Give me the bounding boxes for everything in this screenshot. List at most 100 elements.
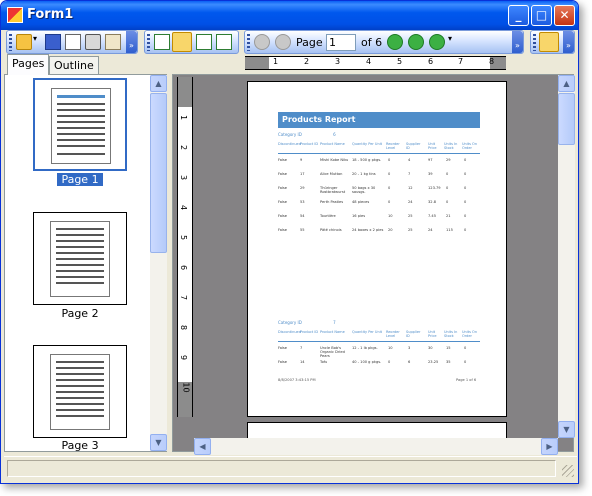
ruler-tick-label: 3: [335, 57, 341, 66]
scroll-up-button[interactable]: ▲: [150, 75, 167, 92]
thumbnail-scrollbar[interactable]: ▲ ▼: [150, 75, 167, 451]
next-page-icon[interactable]: [387, 34, 403, 50]
thumbnail-page-2[interactable]: [33, 212, 127, 305]
toolbar-grip[interactable]: [247, 34, 250, 51]
table-cell: 40 - 100 g pkgs.: [352, 360, 382, 364]
toolbar-overflow-icon[interactable]: »: [126, 31, 137, 53]
table-cell: Alice Mutton: [320, 172, 343, 176]
toolbar-area: ▾ » Page 1 of 6 ▾ » »: [4, 30, 577, 54]
table-cell: 7: [300, 346, 303, 350]
table-cell: 48 pieces: [352, 200, 370, 204]
table-cell: Tourtière: [320, 214, 336, 218]
table-cell: 17: [300, 172, 305, 176]
multi-page-icon[interactable]: [216, 34, 232, 50]
table-cell: 24 boxes x 2 pies: [352, 228, 384, 232]
column-header: Units On Order: [462, 330, 478, 338]
column-header: Supplier ID: [406, 330, 421, 338]
ruler-tick-label: 6: [179, 264, 189, 271]
two-pages-icon[interactable]: [196, 34, 212, 50]
toolbar-overflow-icon[interactable]: »: [563, 31, 574, 53]
table-cell: 29: [446, 158, 451, 162]
column-header: Discontinued: [278, 330, 301, 334]
preview-horizontal-scrollbar[interactable]: ◀ ▶: [194, 438, 558, 455]
scroll-up-button[interactable]: ▲: [558, 75, 575, 92]
column-header: Reorder Level: [386, 142, 400, 150]
sidebar-tabs: Pages Outline: [4, 54, 167, 75]
table-cell: 3: [408, 346, 411, 350]
first-page-icon[interactable]: [254, 34, 270, 50]
last-page-icon[interactable]: [408, 34, 424, 50]
scroll-thumb[interactable]: [558, 93, 575, 145]
thumbnail-label-2[interactable]: Page 2: [33, 307, 127, 320]
preview-vertical-scrollbar[interactable]: ▲ ▼: [558, 75, 575, 438]
continuous-page-icon[interactable]: [172, 32, 192, 52]
table-cell: Thüringer Rostbratwurst: [320, 186, 346, 194]
column-header: Reorder Level: [386, 330, 400, 338]
column-header: Quantity Per Unit: [352, 330, 383, 334]
history-dropdown-icon[interactable]: ▾: [448, 34, 456, 50]
table-cell: 0: [464, 200, 467, 204]
scroll-down-button[interactable]: ▼: [558, 421, 575, 438]
page-number-input[interactable]: 1: [326, 34, 356, 51]
thumbnail-preview: [50, 354, 110, 430]
table-cell: 6: [408, 360, 411, 364]
go-back-icon[interactable]: [429, 34, 445, 50]
thumbnail-label-1[interactable]: Page 1: [33, 173, 127, 186]
column-header: Unit Price: [428, 142, 437, 150]
status-bar: [4, 456, 577, 480]
title-bar[interactable]: Form1 _ □ ✕: [1, 1, 578, 30]
previous-page-icon[interactable]: [275, 34, 291, 50]
ruler-tick-label: 2: [304, 57, 310, 66]
hand-tool-icon[interactable]: [539, 32, 559, 52]
scroll-thumb[interactable]: [150, 93, 167, 253]
save-icon[interactable]: [45, 34, 61, 50]
table-cell: Tofu: [320, 360, 328, 364]
minimize-button[interactable]: _: [508, 5, 529, 26]
ruler-tick-label: 5: [397, 57, 403, 66]
table-cell: Mishi Kobe Niku: [320, 158, 349, 162]
table-cell: 12 - 1 lb pkgs.: [352, 346, 378, 350]
table-row: False 53 Perth Pasties 48 pieces 0 24 32.8 0 0: [278, 200, 480, 210]
page-label: Page: [296, 36, 323, 49]
close-button[interactable]: ✕: [554, 5, 575, 26]
table-cell: 0: [464, 172, 467, 176]
toolbar-overflow-icon[interactable]: »: [512, 31, 523, 53]
ruler-tick-label: 5: [179, 234, 189, 241]
tab-outline[interactable]: Outline: [49, 56, 99, 75]
new-page-icon[interactable]: [65, 34, 81, 50]
open-dropdown-icon[interactable]: ▾: [33, 34, 41, 50]
table-cell: False: [278, 346, 288, 350]
tool-toolbar: »: [530, 30, 575, 54]
tab-pages[interactable]: Pages: [7, 54, 50, 75]
toolbar-grip[interactable]: [533, 34, 536, 51]
open-icon[interactable]: [16, 34, 32, 50]
scroll-left-button[interactable]: ◀: [194, 438, 211, 455]
resize-grip-icon[interactable]: [562, 465, 574, 477]
ruler-margin: [178, 77, 192, 107]
thumbnail-label-3[interactable]: Page 3: [33, 439, 127, 452]
table-cell: 23.25: [428, 360, 439, 364]
column-header: Product Name: [320, 330, 345, 334]
scroll-down-button[interactable]: ▼: [150, 434, 167, 451]
table-cell: 16 pies: [352, 214, 366, 218]
navigation-toolbar: Page 1 of 6 ▾ »: [244, 30, 524, 54]
page-setup-icon[interactable]: [105, 34, 121, 50]
table-cell: 0: [464, 214, 467, 218]
single-page-icon[interactable]: [154, 34, 170, 50]
scroll-right-button[interactable]: ▶: [541, 438, 558, 455]
thumbnail-page-1[interactable]: [33, 78, 127, 171]
toolbar-grip[interactable]: [9, 34, 12, 51]
table-cell: 25: [408, 228, 413, 232]
status-pane: [7, 460, 556, 477]
main-window: Form1 _ □ ✕ ▾ » Page 1 of 6 ▾ » » Pages …: [0, 0, 579, 484]
print-icon[interactable]: [85, 34, 101, 50]
toolbar-grip[interactable]: [147, 34, 150, 51]
table-cell: 30: [428, 346, 433, 350]
table-cell: 0: [464, 360, 467, 364]
table-cell: Uncle Bob's Organic Dried Pears: [320, 346, 345, 358]
thumbnail-page-3[interactable]: [33, 345, 127, 438]
maximize-button[interactable]: □: [531, 5, 552, 26]
table-cell: 53: [300, 200, 305, 204]
table-cell: Pâté chinois: [320, 228, 342, 232]
table-header: Discontinued Product ID Product Name Qua…: [278, 330, 480, 342]
